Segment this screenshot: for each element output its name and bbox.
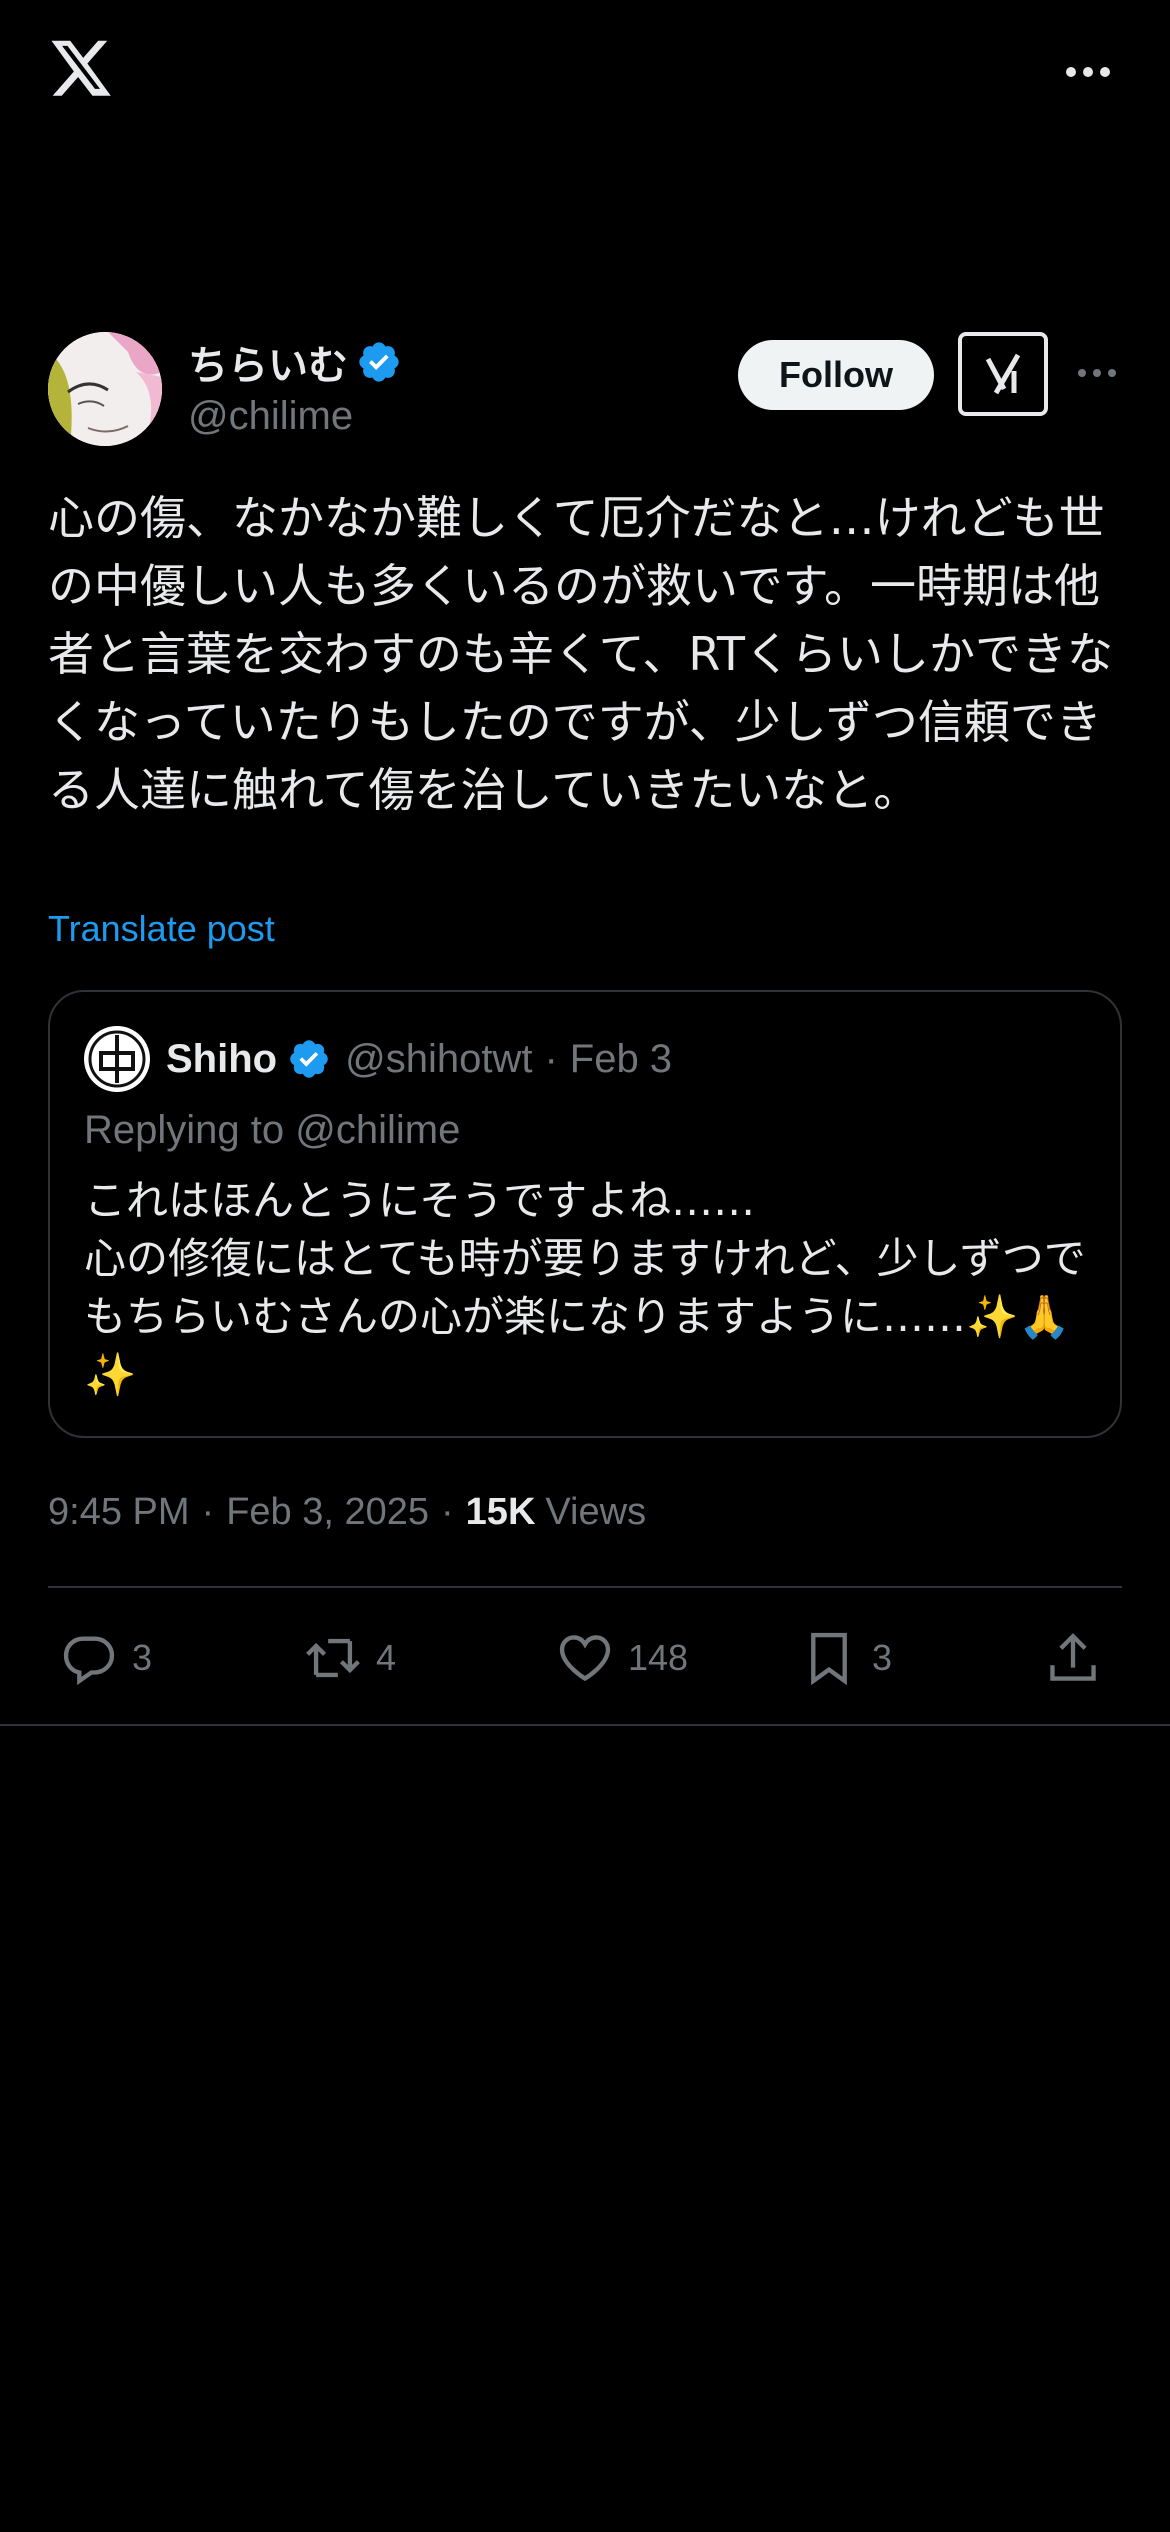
meta-separator: ·	[201, 1490, 215, 1533]
divider	[0, 1724, 1170, 1726]
quote-author-handle[interactable]: @shihotwt	[345, 1037, 532, 1082]
quote-header: Shiho @shihotwt · Feb 3	[166, 1026, 672, 1092]
quote-date[interactable]: Feb 3	[570, 1037, 672, 1082]
quote-replying-to: Replying to @chilime	[84, 1108, 461, 1152]
reply-count: 3	[132, 1637, 153, 1678]
tweet-meta: 9:45 PM · Feb 3, 2025 · 15K Views	[48, 1482, 646, 1542]
quote-author-name[interactable]: Shiho	[166, 1037, 277, 1082]
divider	[48, 1586, 1122, 1588]
more-horizontal-icon[interactable]	[1064, 62, 1112, 82]
tweet-date[interactable]: Feb 3, 2025	[226, 1491, 429, 1534]
author-name-row[interactable]: ちらいむ	[188, 334, 402, 390]
translate-post-link[interactable]: Translate post	[48, 908, 275, 950]
reply-button[interactable]: 3	[60, 1620, 152, 1696]
author-display-name[interactable]: ちらいむ	[188, 333, 348, 391]
like-button[interactable]: 148	[556, 1620, 688, 1696]
meta-separator: ·	[441, 1490, 454, 1533]
reply-icon	[63, 1636, 115, 1686]
tweet-author: ちらいむ @chilime Follow	[48, 332, 1122, 448]
share-icon	[1050, 1633, 1096, 1681]
avatar[interactable]	[48, 332, 162, 446]
top-bar	[0, 0, 1170, 150]
avatar-image	[48, 332, 162, 446]
bookmark-icon	[811, 1632, 847, 1686]
repost-button[interactable]: 4	[304, 1620, 396, 1696]
heart-icon	[559, 1635, 611, 1682]
follow-button[interactable]: Follow	[738, 340, 934, 410]
author-handle[interactable]: @chilime	[188, 394, 353, 439]
verified-badge-icon	[290, 1040, 328, 1078]
more-horizontal-icon[interactable]	[1076, 364, 1118, 382]
tweet-time[interactable]: 9:45 PM	[48, 1491, 190, 1534]
grok-button[interactable]	[958, 332, 1048, 416]
shiho-avatar-image	[88, 1030, 146, 1088]
share-button[interactable]	[1044, 1620, 1102, 1696]
like-count: 148	[628, 1637, 689, 1678]
quote-avatar[interactable]	[84, 1026, 150, 1092]
repost-icon	[306, 1638, 360, 1678]
tweet-text: 心の傷、なかなか難しくて厄介だなと…けれども世の中優しい人も多くいるのが救いです…	[48, 491, 1114, 817]
action-bar: 3 4 148 3	[48, 1620, 1122, 1696]
x-logo-icon[interactable]	[48, 40, 114, 102]
repost-count: 4	[376, 1637, 397, 1678]
bookmark-count: 3	[872, 1637, 893, 1678]
bookmark-button[interactable]: 3	[800, 1620, 892, 1696]
quote-text: これはほんとうにそうですよね…… 心の修復にはとても時が要りますけれど、少しずつ…	[84, 1176, 1086, 1399]
verified-badge-icon	[359, 342, 399, 382]
quoted-tweet[interactable]: Shiho @shihotwt · Feb 3 Replying to @chi…	[48, 990, 1122, 1438]
views-count[interactable]: 15K	[466, 1491, 536, 1534]
quote-separator: ·	[544, 1036, 558, 1081]
grok-icon	[985, 353, 1021, 395]
views-label: Views	[545, 1490, 647, 1533]
